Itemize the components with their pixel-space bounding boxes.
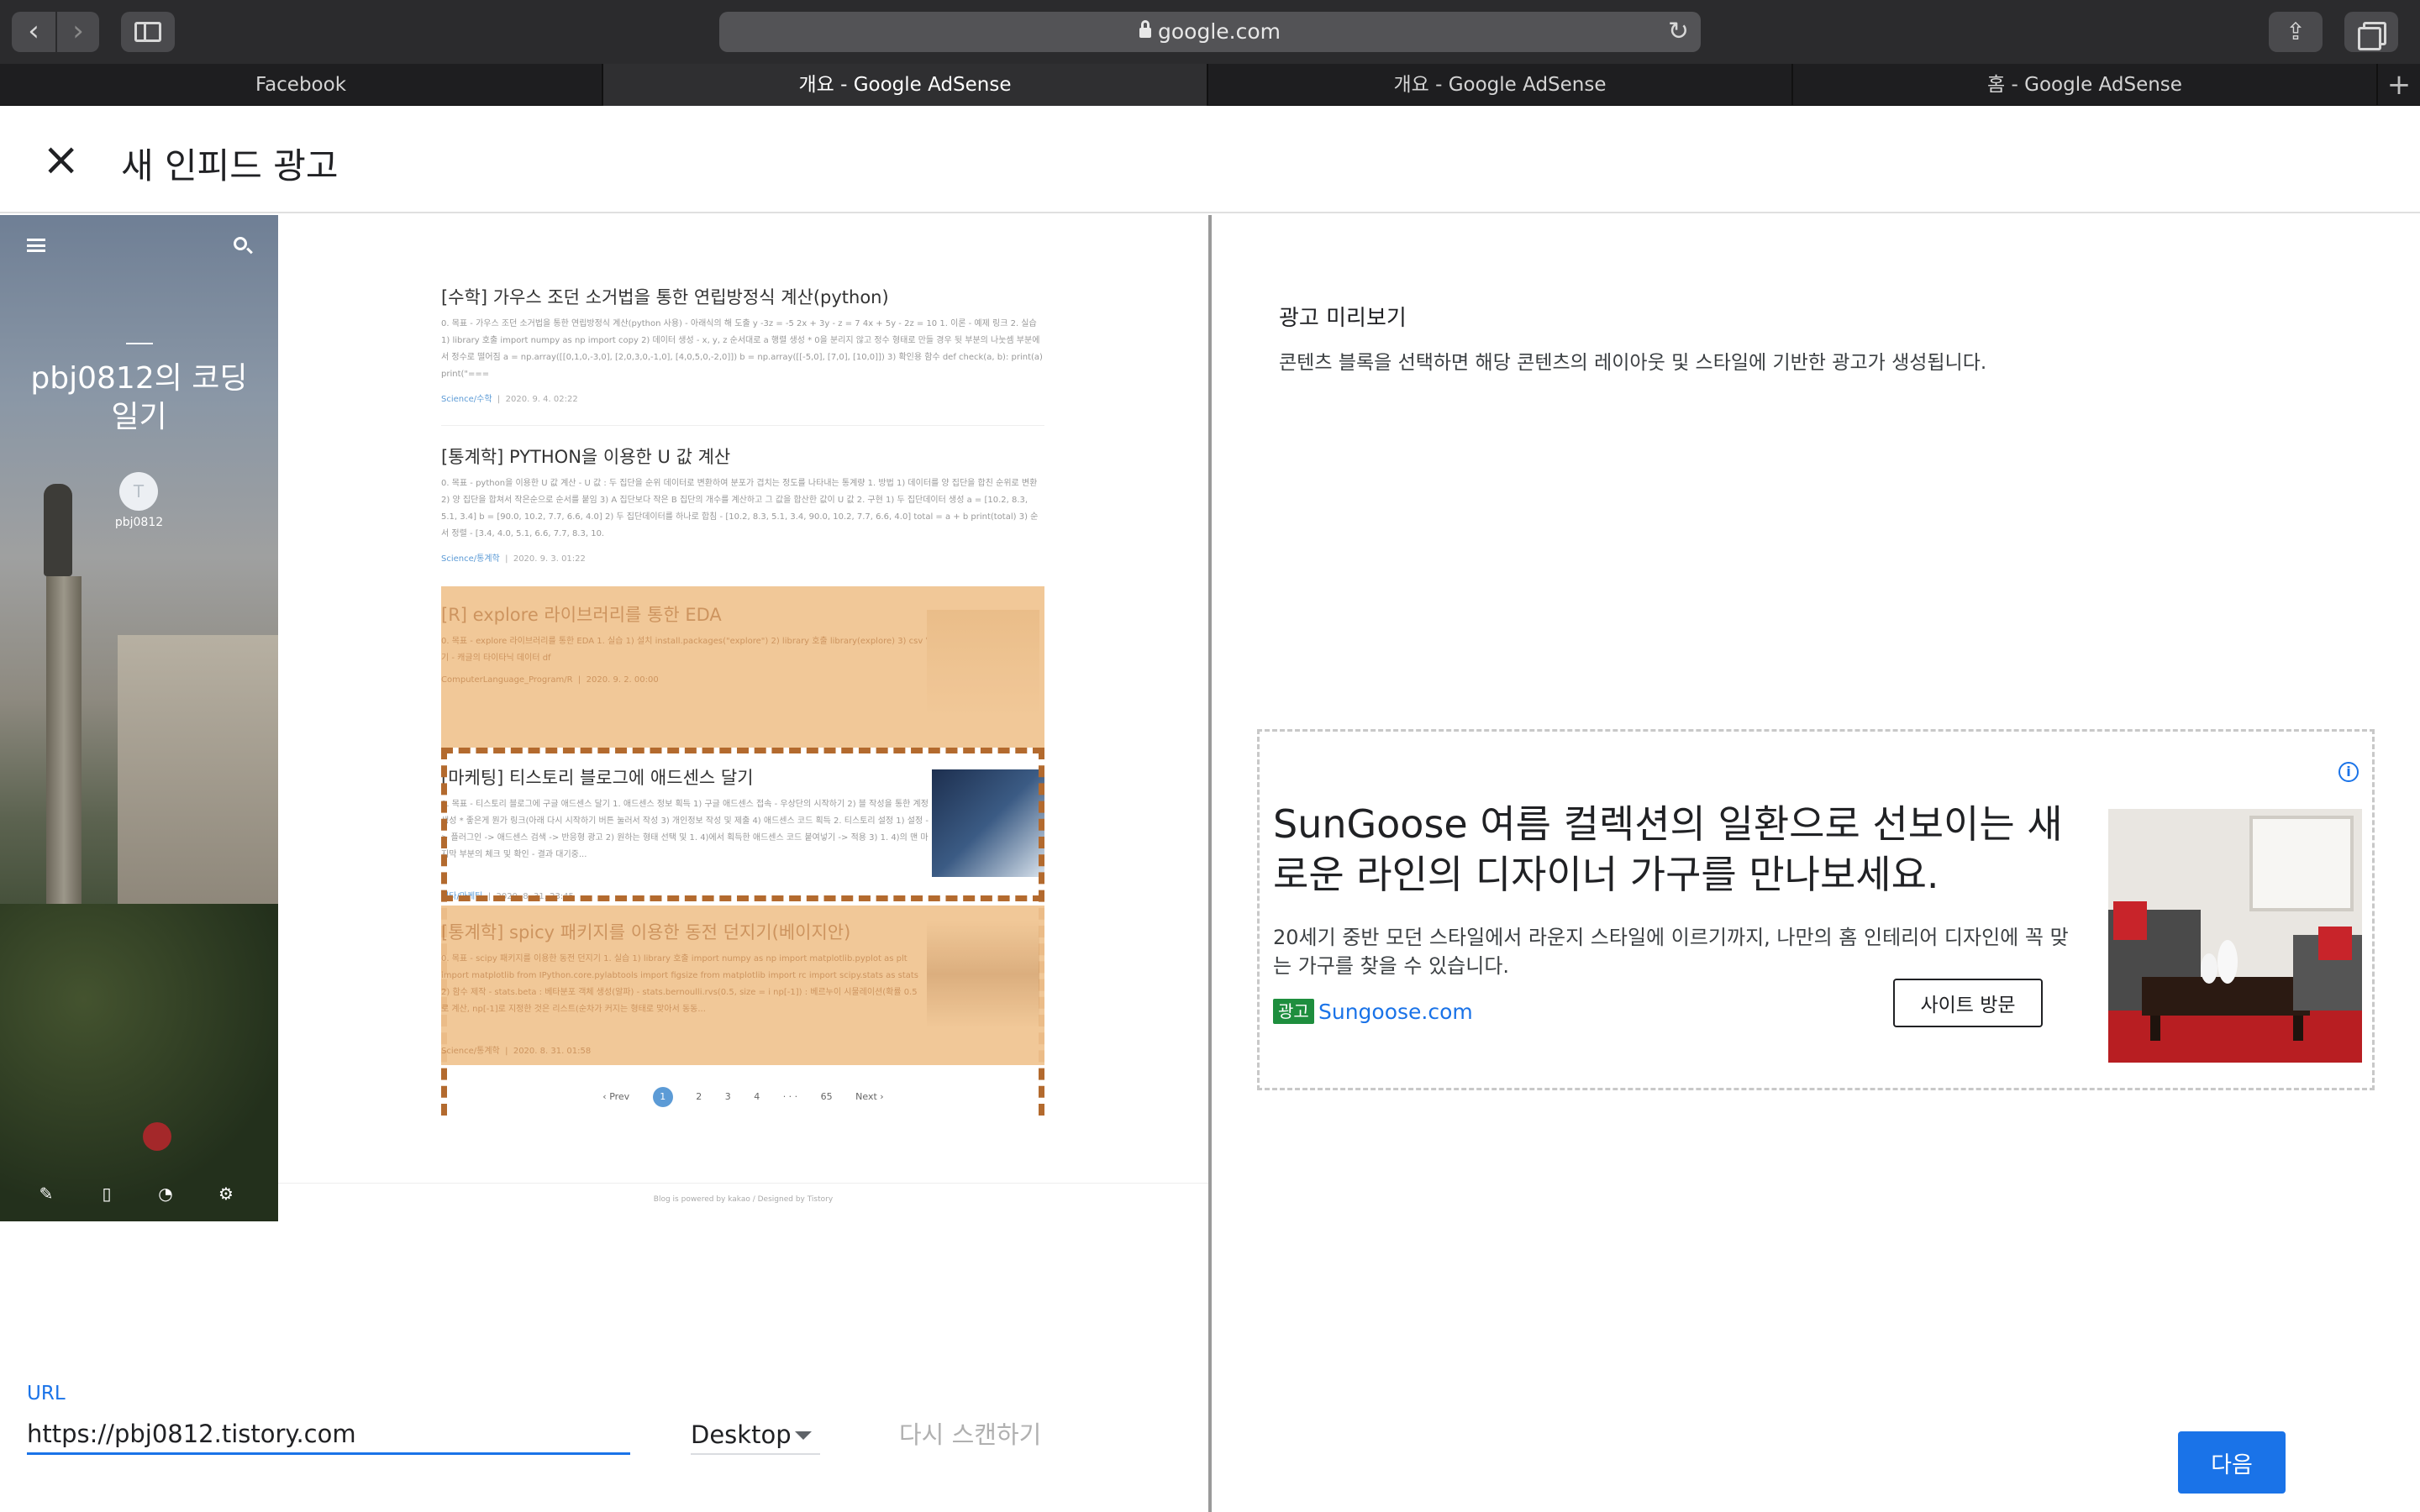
post-thumbnail (932, 769, 1044, 877)
post-date: 2020. 9. 4. 02:22 (505, 395, 578, 404)
ad-image[interactable] (2108, 809, 2362, 1063)
post-separator (441, 425, 1044, 426)
blog-sidebar: pbj0812의 코딩 일기 T pbj0812 ✎ ▯ ◔ ⚙ (0, 215, 278, 1221)
title-dash (126, 343, 153, 344)
pager-ellipsis: · · · (782, 1091, 798, 1102)
info-icon[interactable]: i (2338, 762, 2359, 782)
post-excerpt: 0. 목표 - 가우스 조던 소거법을 통한 연립방정식 계산(python 사… (441, 319, 1043, 379)
post-title: [통계학] spicy 패키지를 이용한 동전 던지기(베이지안) (441, 922, 851, 942)
post-meta: Science/통계학 | 2020. 9. 3. 01:22 (441, 554, 586, 564)
selection-border (441, 748, 1044, 753)
tab-adsense-home[interactable]: 홈 - Google AdSense (1793, 64, 2378, 106)
device-select[interactable]: Desktop (691, 1415, 820, 1455)
tab-adsense-overview-active[interactable]: 개요 - Google AdSense (603, 64, 1208, 106)
post-meta: Science/수학 | 2020. 9. 4. 02:22 (441, 395, 578, 404)
selection-border (441, 895, 1044, 901)
post-title: [마케팅] 티스토리 블로그에 애드센스 달기 (441, 768, 754, 788)
sidebar-icon[interactable] (121, 12, 175, 52)
ad-preview-box: i SunGoose 여름 컬렉션의 일환으로 선보이는 새로운 라인의 디자이… (1257, 729, 2375, 1090)
url-label: URL (27, 1383, 66, 1404)
post-item[interactable]: [통계학] PYTHON을 이용한 U 값 계산 0. 목표 - python을… (441, 444, 1044, 564)
pagination: ‹ Prev 1 2 3 4 · · · 65 Next › (278, 1087, 1208, 1107)
pager-page-4[interactable]: 4 (754, 1091, 760, 1102)
post-date: 2020. 9. 3. 01:22 (513, 554, 586, 564)
post-excerpt: 0. 목표 - 티스토리 블로그에 구글 애드센스 달기 1. 애드센스 정보 … (441, 800, 929, 859)
blog-sidebar-tools: ✎ ▯ ◔ ⚙ (0, 1181, 278, 1206)
preview-title: 광고 미리보기 (1279, 306, 1407, 331)
ad-description: 20세기 중반 모던 스타일에서 라운지 스타일에 이르기까지, 나만의 홈 인… (1273, 926, 2069, 978)
address-bar[interactable]: google.com ↻ (719, 12, 1701, 52)
pager-page-1[interactable]: 1 (652, 1087, 673, 1107)
highlighted-post-block[interactable]: [R] explore 라이브러리를 통한 EDA 0. 목표 - explor… (441, 586, 1044, 748)
ad-headline[interactable]: SunGoose 여름 컬렉션의 일환으로 선보이는 새로운 라인의 디자이너 … (1273, 799, 2063, 900)
search-icon[interactable] (234, 237, 247, 250)
back-icon[interactable]: ‹ (12, 12, 55, 52)
share-icon[interactable]: ⇪ (2269, 12, 2323, 52)
palace-image (118, 635, 278, 921)
lock-icon (1139, 20, 1151, 38)
blog-post-list: [수학] 가우스 조던 소거법을 통한 연립방정식 계산(python) 0. … (278, 215, 1208, 1221)
forward-icon[interactable]: › (55, 12, 99, 52)
caret-down-icon (795, 1431, 812, 1440)
pager-page-2[interactable]: 2 (696, 1091, 702, 1102)
ad-domain-link[interactable]: Sungoose.com (1318, 999, 1473, 1026)
post-date: 2020. 9. 2. 00:00 (586, 675, 659, 685)
post-excerpt: 0. 목표 - explore 라이브러리를 통한 EDA 1. 실습 1) 설… (441, 637, 934, 663)
rss-icon[interactable]: ◔ (153, 1181, 178, 1206)
post-thumbnail (927, 610, 1039, 717)
gear-icon[interactable]: ⚙ (213, 1181, 239, 1206)
rescan-button[interactable]: 다시 스캔하기 (899, 1415, 1041, 1455)
post-meta: Science/통계학 | 2020. 8. 31. 01:58 (441, 1047, 592, 1056)
highlighted-post-block[interactable]: [통계학] spicy 패키지를 이용한 동전 던지기(베이지안) 0. 목표 … (441, 906, 1044, 1065)
post-title: [통계학] PYTHON을 이용한 U 값 계산 (441, 447, 731, 467)
ad-badge: 광고 (1273, 999, 1314, 1024)
preview-description: 콘텐츠 블록을 선택하면 해당 콘텐츠의 레이아웃 및 스타일에 기반한 광고가… (1279, 352, 1987, 374)
pager-page-last[interactable]: 65 (821, 1091, 833, 1102)
tab-bar: Facebook 개요 - Google AdSense 개요 - Google… (0, 64, 2420, 106)
post-excerpt: 0. 목표 - python을 이용한 U 값 계산 - U 값 : 두 집단을… (441, 479, 1039, 538)
tabs-icon[interactable] (2344, 12, 2398, 52)
ad-preview-panel: 광고 미리보기 콘텐츠 블록을 선택하면 해당 콘텐츠의 레이아웃 및 스타일에… (1212, 215, 2420, 1512)
visit-site-button[interactable]: 사이트 방문 (1893, 979, 2043, 1027)
blog-footer: Blog is powered by kakao / Designed by T… (653, 1195, 834, 1204)
url-input[interactable] (27, 1415, 630, 1455)
post-thumbnail (927, 921, 1039, 1028)
post-category: Science/통계학 (441, 1047, 500, 1056)
post-category: Science/통계학 (441, 554, 500, 564)
post-category: ComputerLanguage_Program/R (441, 675, 573, 685)
close-icon[interactable]: × (42, 136, 80, 183)
reload-icon[interactable]: ↻ (1668, 12, 1689, 52)
ad-furniture-illustration (2108, 809, 2362, 1063)
site-preview-panel: pbj0812의 코딩 일기 T pbj0812 ✎ ▯ ◔ ⚙ [수학] 가우… (0, 215, 1208, 1512)
tab-facebook[interactable]: Facebook (0, 64, 603, 106)
blog-footer-line (278, 1183, 1208, 1184)
device-value: Desktop (691, 1420, 792, 1449)
dialog-title: 새 인피드 광고 (121, 145, 339, 186)
browser-toolbar: ‹ › google.com ↻ ⇪ (0, 0, 2420, 64)
post-date: 2020. 8. 31. 01:58 (513, 1047, 592, 1056)
post-category: Science/수학 (441, 395, 492, 404)
flower-image (143, 1122, 171, 1151)
blog-user: pbj0812 (114, 516, 164, 529)
avatar[interactable]: T (119, 472, 158, 511)
post-title: [R] explore 라이브러리를 통한 EDA (441, 605, 722, 625)
blog-name[interactable]: pbj0812의 코딩 일기 (17, 360, 261, 437)
dialog-header: × 새 인피드 광고 (0, 106, 2420, 213)
pager-prev[interactable]: ‹ Prev (602, 1091, 629, 1102)
book-icon[interactable]: ▯ (94, 1181, 119, 1206)
tab-adsense-overview[interactable]: 개요 - Google AdSense (1208, 64, 1793, 106)
write-icon[interactable]: ✎ (34, 1181, 59, 1206)
post-excerpt: 0. 목표 - scipy 패키지를 이용한 동전 던지기 1. 실습 1) l… (441, 954, 918, 1014)
post-title: [수학] 가우스 조던 소거법을 통한 연립방정식 계산(python) (441, 287, 889, 307)
pager-page-3[interactable]: 3 (725, 1091, 731, 1102)
plus-icon[interactable]: + (2378, 64, 2420, 106)
pager-next[interactable]: Next › (855, 1091, 884, 1102)
statue-image (44, 484, 72, 576)
trees-image (0, 904, 278, 1221)
next-button[interactable]: 다음 (2178, 1431, 2286, 1494)
address-text: google.com (1158, 19, 1281, 44)
post-item[interactable]: [수학] 가우스 조던 소거법을 통한 연립방정식 계산(python) 0. … (441, 284, 1044, 404)
menu-icon[interactable] (27, 239, 45, 252)
